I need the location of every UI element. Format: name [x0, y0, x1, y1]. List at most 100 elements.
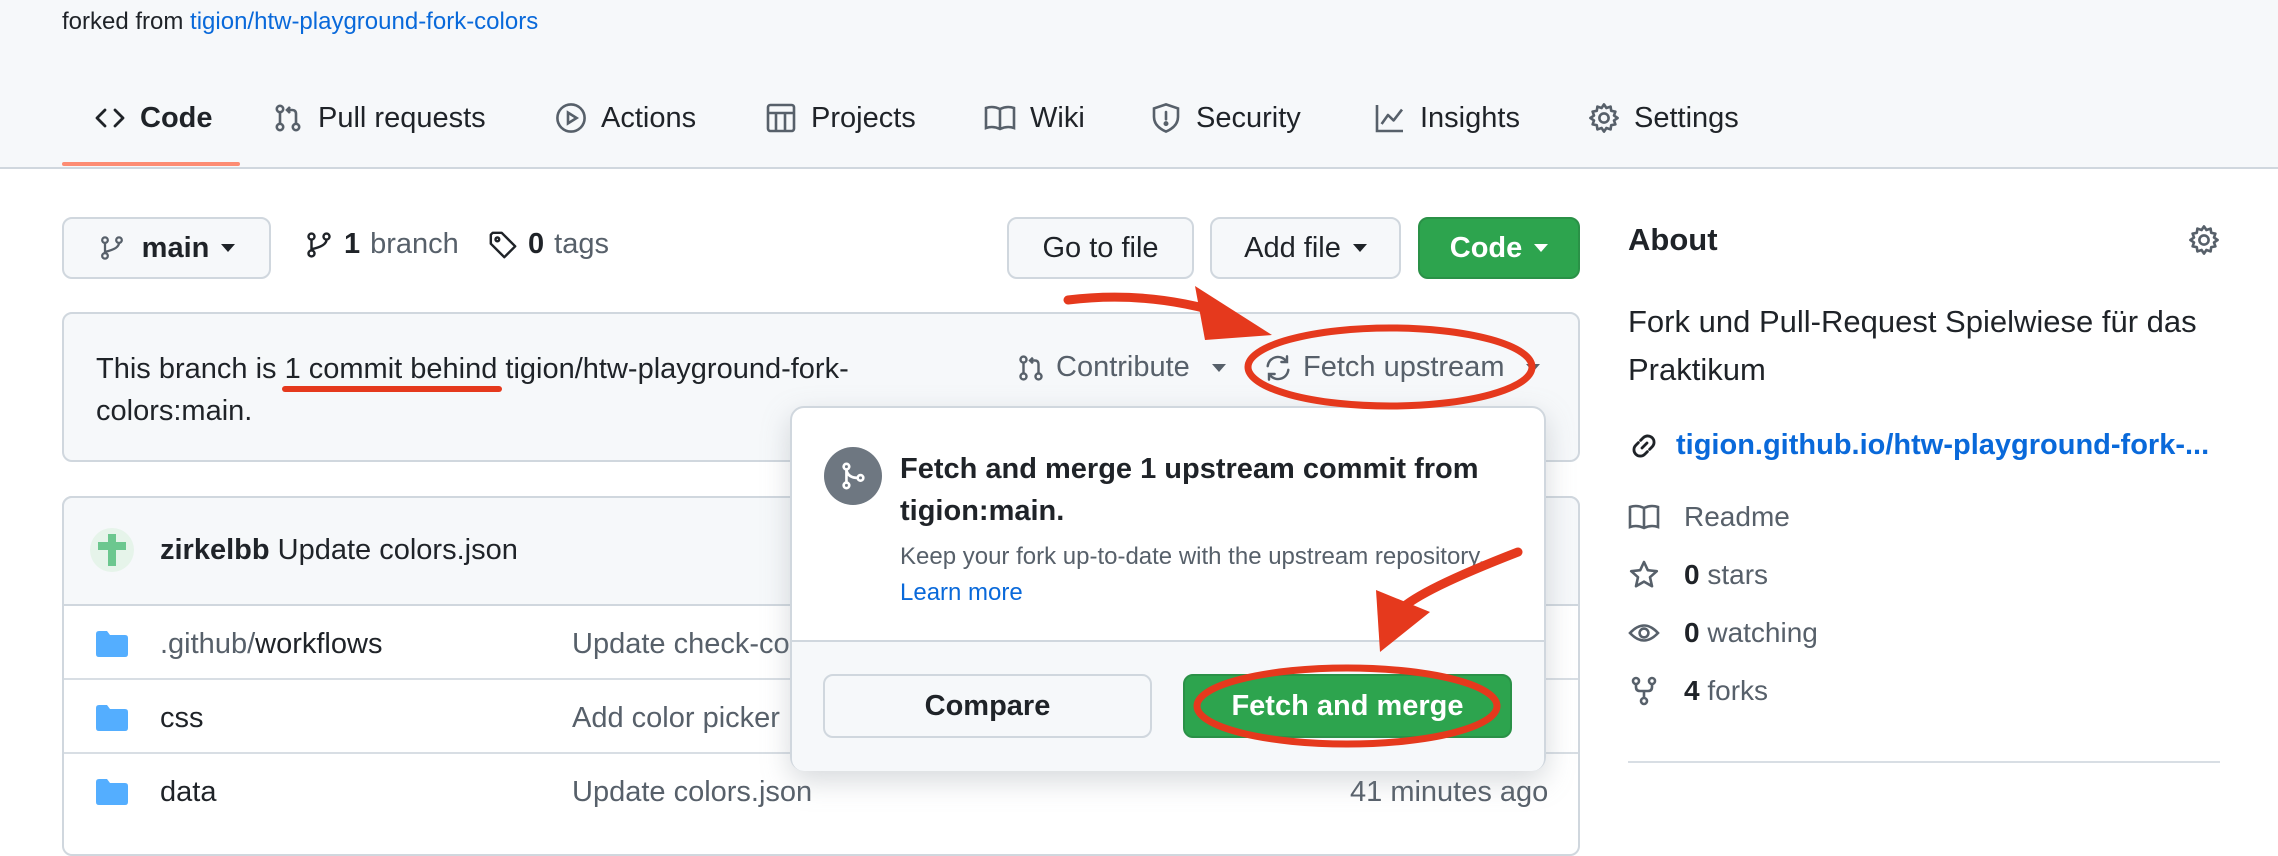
branch-count-link[interactable]: 1 branch	[304, 228, 459, 261]
watchers-link[interactable]: 0 watching	[1628, 617, 1818, 649]
file-commit-time: 41 minutes ago	[1350, 776, 1549, 808]
branch-icon	[304, 230, 334, 260]
fetch-and-merge-button[interactable]: Fetch and merge	[1183, 674, 1512, 738]
tab-security[interactable]: Security	[1150, 96, 1301, 140]
branch-icon	[98, 234, 126, 262]
tag-icon	[488, 230, 518, 260]
forks-link[interactable]: 4 forks	[1628, 675, 1768, 707]
file-commit-message[interactable]: Update check-co	[572, 628, 790, 661]
branch-select-button[interactable]: main	[62, 217, 271, 279]
compare-label: Compare	[924, 689, 1051, 722]
popover-description-text: Keep your fork up-to-date with the upstr…	[900, 543, 1486, 570]
stars-count: 0	[1684, 559, 1700, 590]
play-icon	[555, 102, 587, 134]
tag-count: 0	[528, 228, 545, 260]
shield-icon	[1150, 102, 1182, 134]
git-merge-icon	[824, 447, 882, 505]
gear-icon	[1588, 102, 1620, 134]
file-name-link[interactable]: .github/workflows	[160, 628, 382, 661]
stars-label: stars	[1707, 559, 1769, 590]
latest-commit: zirkelbb Update colors.json	[160, 534, 518, 567]
branch-name: main	[141, 231, 210, 264]
tab-label: Projects	[811, 101, 916, 134]
graph-icon	[1374, 102, 1406, 134]
folder-icon	[96, 631, 128, 657]
watching-label: watching	[1707, 617, 1818, 648]
contribute-label: Contribute	[1056, 351, 1190, 383]
forked-from-label: forked from	[62, 8, 184, 35]
gear-icon[interactable]	[2188, 224, 2220, 256]
about-heading: About	[1628, 222, 1718, 257]
forked-repo-link[interactable]: tigion/htw-playground-fork-colors	[190, 8, 538, 35]
file-commit-message[interactable]: Add color picker	[572, 702, 780, 735]
readme-label: Readme	[1684, 501, 1790, 532]
tab-wiki[interactable]: Wiki	[984, 96, 1085, 140]
link-icon	[1628, 430, 1660, 462]
tab-label: Settings	[1634, 101, 1739, 134]
add-file-label: Add file	[1244, 231, 1341, 264]
active-tab-underline	[62, 162, 240, 166]
stars-link[interactable]: 0 stars	[1628, 559, 1768, 591]
tab-projects[interactable]: Projects	[765, 96, 916, 140]
readme-link[interactable]: Readme	[1628, 501, 1790, 533]
chevron-down-icon	[221, 244, 236, 252]
forks-label: forks	[1707, 675, 1769, 706]
homepage-link[interactable]: tigion.github.io/htw-playground-fork-...	[1676, 429, 2209, 462]
contribute-button[interactable]: Contribute	[1016, 351, 1226, 384]
pull-request-icon	[1016, 353, 1046, 383]
branch-status-prefix: This branch is	[96, 353, 277, 385]
tab-label: Wiki	[1030, 101, 1085, 134]
avatar[interactable]	[90, 528, 134, 572]
tab-label: Pull requests	[318, 101, 486, 134]
fetch-and-merge-label: Fetch and merge	[1231, 689, 1464, 722]
tag-count-label: tags	[554, 228, 609, 260]
forks-count: 4	[1684, 675, 1700, 706]
learn-more-link[interactable]: Learn more	[900, 579, 1023, 606]
fetch-upstream-button[interactable]: Fetch upstream	[1263, 351, 1541, 384]
popover-title: Fetch and merge 1 upstream commit from t…	[900, 453, 1479, 527]
file-name[interactable]: css	[160, 702, 204, 735]
chevron-down-icon	[1211, 363, 1226, 372]
about-description: Fork und Pull-Request Spielwiese für das…	[1628, 304, 2197, 387]
file-name: workflows	[255, 628, 383, 660]
code-button[interactable]: Code	[1418, 217, 1580, 279]
commit-message[interactable]: Update colors.json	[278, 534, 518, 566]
tab-label: Actions	[601, 101, 697, 134]
chevron-down-icon	[1526, 363, 1541, 372]
star-icon	[1628, 559, 1660, 591]
tab-label: Security	[1196, 101, 1301, 134]
book-icon	[1628, 501, 1660, 533]
tab-actions[interactable]: Actions	[555, 96, 696, 140]
file-name[interactable]: data	[160, 776, 216, 809]
sidebar-divider	[1628, 761, 2220, 763]
book-icon	[984, 102, 1016, 134]
sync-icon	[1263, 353, 1293, 383]
branch-count: 1	[344, 228, 361, 260]
commit-author[interactable]: zirkelbb	[160, 534, 270, 566]
popover-description: Keep your fork up-to-date with the upstr…	[900, 539, 1520, 611]
tags-link[interactable]: 0 tags	[488, 228, 609, 261]
compare-button[interactable]: Compare	[823, 674, 1152, 738]
tab-insights[interactable]: Insights	[1374, 96, 1520, 140]
forked-from-line: forked from tigion/htw-playground-fork-c…	[62, 8, 538, 36]
branch-count-label: branch	[370, 228, 459, 260]
tab-settings[interactable]: Settings	[1588, 96, 1739, 140]
code-button-label: Code	[1449, 231, 1523, 264]
tab-label: Insights	[1420, 101, 1520, 134]
folder-icon	[96, 705, 128, 731]
file-commit-message[interactable]: Update colors.json	[572, 776, 812, 809]
code-icon	[94, 102, 126, 134]
chevron-down-icon	[1534, 244, 1549, 252]
table-icon	[765, 102, 797, 134]
fetch-upstream-label: Fetch upstream	[1303, 351, 1505, 383]
pull-request-icon	[272, 102, 304, 134]
chevron-down-icon	[1352, 244, 1367, 252]
go-to-file-label: Go to file	[1042, 231, 1159, 264]
tab-pull-requests[interactable]: Pull requests	[272, 96, 486, 140]
go-to-file-button[interactable]: Go to file	[1007, 217, 1194, 279]
watching-count: 0	[1684, 617, 1700, 648]
tab-label: Code	[140, 101, 213, 134]
commits-behind-link[interactable]: 1 commit behind	[285, 353, 498, 385]
tab-code[interactable]: Code	[94, 96, 213, 140]
add-file-button[interactable]: Add file	[1210, 217, 1401, 279]
